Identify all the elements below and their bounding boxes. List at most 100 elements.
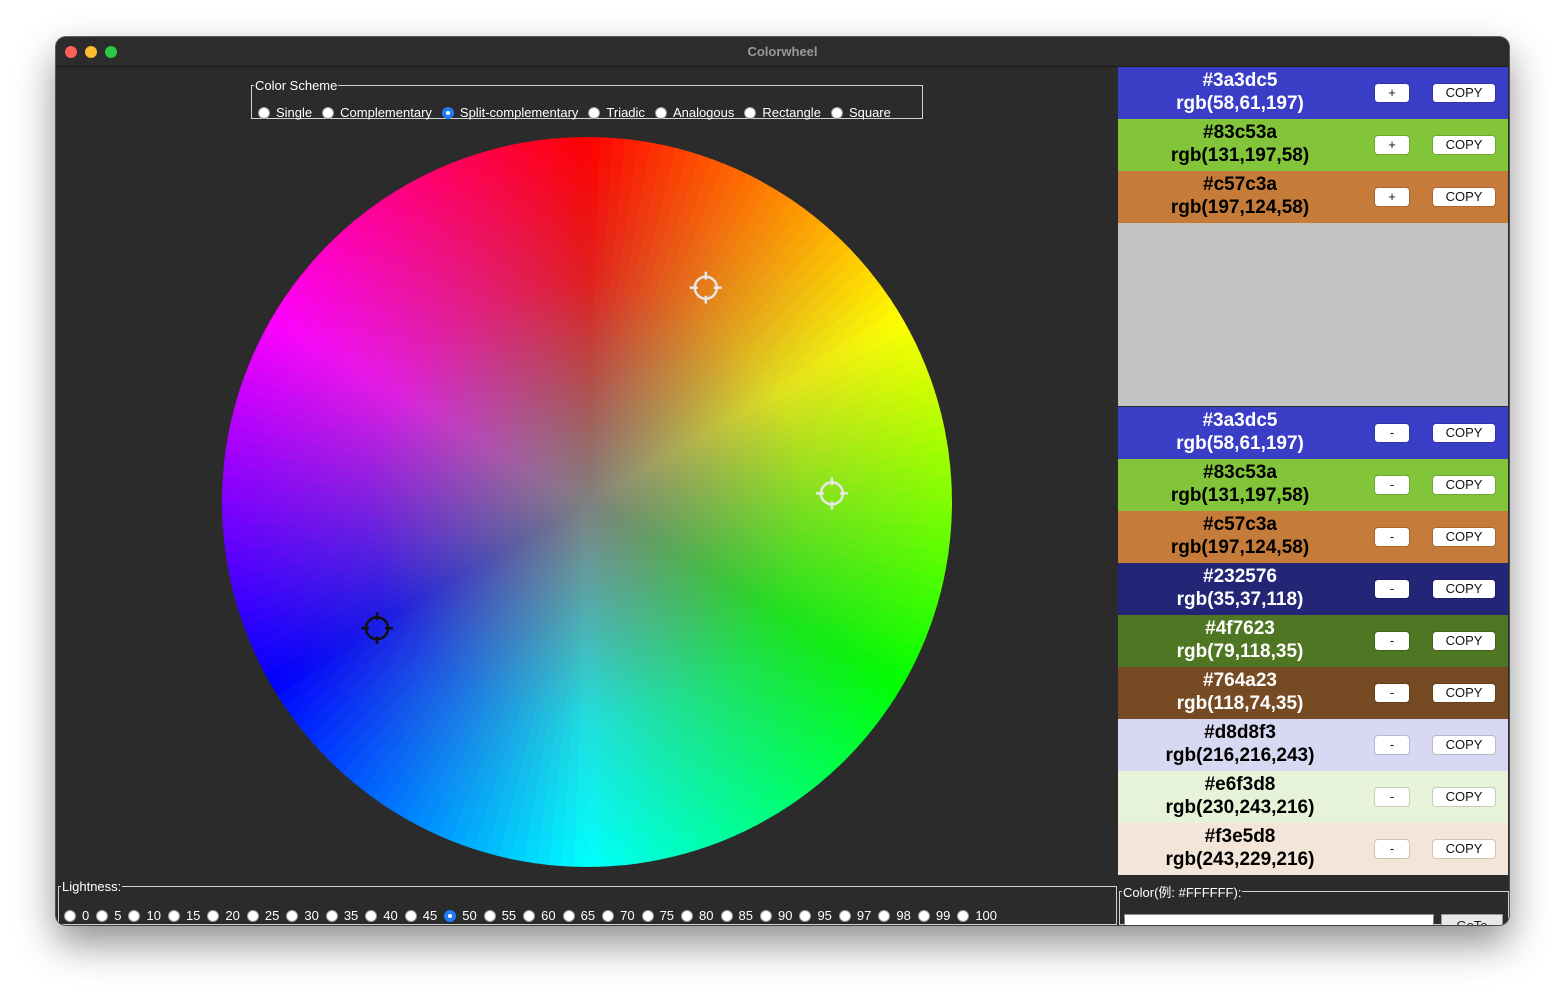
scheme-option[interactable]: Rectangle bbox=[744, 105, 821, 120]
copy-button[interactable]: COPY bbox=[1433, 84, 1495, 102]
lightness-option-label: 0 bbox=[82, 908, 90, 923]
color-wheel-canvas[interactable] bbox=[222, 137, 952, 867]
copy-button[interactable]: COPY bbox=[1433, 736, 1495, 754]
copy-button[interactable]: COPY bbox=[1433, 684, 1495, 702]
empty-area bbox=[1118, 223, 1508, 406]
lightness-option[interactable]: 95 bbox=[799, 908, 832, 923]
scheme-option[interactable]: Split-complementary bbox=[441, 105, 578, 120]
lightness-option[interactable]: 70 bbox=[602, 908, 635, 923]
radio-button[interactable] bbox=[799, 909, 812, 922]
radio-button[interactable] bbox=[441, 106, 454, 119]
remove-color-button[interactable]: - bbox=[1375, 476, 1409, 494]
lightness-option[interactable]: 45 bbox=[404, 908, 437, 923]
lightness-option[interactable]: 75 bbox=[641, 908, 674, 923]
radio-button[interactable] bbox=[654, 106, 667, 119]
lightness-option[interactable]: 35 bbox=[325, 908, 358, 923]
scheme-option-label: Triadic bbox=[606, 105, 645, 120]
copy-button[interactable]: COPY bbox=[1433, 476, 1495, 494]
lightness-option[interactable]: 15 bbox=[167, 908, 200, 923]
lightness-option[interactable]: 100 bbox=[957, 908, 997, 923]
lightness-option-label: 98 bbox=[896, 908, 911, 923]
remove-color-button[interactable]: - bbox=[1375, 788, 1409, 806]
radio-button[interactable] bbox=[917, 909, 930, 922]
radio-button[interactable] bbox=[562, 909, 575, 922]
radio-button[interactable] bbox=[602, 909, 615, 922]
lightness-option-label: 99 bbox=[935, 908, 951, 923]
radio-button[interactable] bbox=[258, 106, 270, 119]
radio-button[interactable] bbox=[588, 106, 601, 119]
lightness-option[interactable]: 97 bbox=[838, 908, 871, 923]
remove-color-button[interactable]: - bbox=[1375, 840, 1409, 858]
scheme-option[interactable]: Complementary bbox=[322, 105, 432, 120]
title-bar: Colorwheel bbox=[56, 37, 1509, 67]
radio-button[interactable] bbox=[957, 909, 970, 922]
radio-button[interactable] bbox=[878, 909, 891, 922]
copy-button[interactable]: COPY bbox=[1433, 632, 1495, 650]
radio-button[interactable] bbox=[444, 909, 457, 922]
lightness-option[interactable]: 90 bbox=[759, 908, 792, 923]
remove-color-button[interactable]: - bbox=[1375, 424, 1409, 442]
copy-button[interactable]: COPY bbox=[1433, 136, 1495, 154]
scheme-option[interactable]: Triadic bbox=[588, 105, 645, 120]
radio-button[interactable] bbox=[246, 909, 259, 922]
radio-button[interactable] bbox=[64, 909, 76, 922]
copy-button[interactable]: COPY bbox=[1433, 188, 1495, 206]
scheme-option[interactable]: Single bbox=[258, 105, 312, 120]
remove-color-button[interactable]: - bbox=[1375, 632, 1409, 650]
copy-button[interactable]: COPY bbox=[1433, 424, 1495, 442]
radio-button[interactable] bbox=[128, 909, 141, 922]
radio-button[interactable] bbox=[483, 909, 496, 922]
add-color-button[interactable]: + bbox=[1375, 84, 1409, 102]
lightness-option[interactable]: 50 bbox=[444, 908, 477, 923]
lightness-option[interactable]: 5 bbox=[96, 908, 121, 923]
color-input-field[interactable] bbox=[1124, 914, 1434, 925]
rgb-value: rgb(35,37,118) bbox=[1176, 589, 1304, 610]
radio-button[interactable] bbox=[96, 909, 109, 922]
radio-button[interactable] bbox=[720, 909, 733, 922]
color-swatch-row: #83c53a rgb(131,197,58) - COPY bbox=[1118, 459, 1508, 511]
radio-button[interactable] bbox=[365, 909, 378, 922]
remove-color-button[interactable]: - bbox=[1375, 684, 1409, 702]
radio-button[interactable] bbox=[167, 909, 180, 922]
radio-button[interactable] bbox=[838, 909, 851, 922]
radio-button[interactable] bbox=[830, 106, 843, 119]
remove-color-button[interactable]: - bbox=[1375, 580, 1409, 598]
add-color-button[interactable]: + bbox=[1375, 136, 1409, 154]
lightness-option[interactable]: 80 bbox=[681, 908, 714, 923]
copy-button[interactable]: COPY bbox=[1433, 840, 1495, 858]
radio-button[interactable] bbox=[325, 909, 338, 922]
lightness-option[interactable]: 60 bbox=[523, 908, 556, 923]
lightness-option-label: 50 bbox=[462, 908, 477, 923]
color-wheel[interactable] bbox=[222, 137, 952, 867]
radio-button[interactable] bbox=[759, 909, 772, 922]
lightness-option[interactable]: 55 bbox=[483, 908, 516, 923]
remove-color-button[interactable]: - bbox=[1375, 736, 1409, 754]
lightness-option[interactable]: 0 bbox=[64, 908, 89, 923]
radio-button[interactable] bbox=[641, 909, 654, 922]
copy-button[interactable]: COPY bbox=[1433, 528, 1495, 546]
copy-button[interactable]: COPY bbox=[1433, 788, 1495, 806]
lightness-option[interactable]: 10 bbox=[128, 908, 161, 923]
color-swatch-row: #764a23 rgb(118,74,35) - COPY bbox=[1118, 667, 1508, 719]
lightness-option[interactable]: 25 bbox=[246, 908, 279, 923]
lightness-option[interactable]: 98 bbox=[878, 908, 911, 923]
lightness-option[interactable]: 20 bbox=[207, 908, 240, 923]
lightness-option[interactable]: 99 bbox=[917, 908, 951, 923]
lightness-option[interactable]: 40 bbox=[365, 908, 398, 923]
add-color-button[interactable]: + bbox=[1375, 188, 1409, 206]
radio-button[interactable] bbox=[286, 909, 299, 922]
radio-button[interactable] bbox=[207, 909, 220, 922]
scheme-option[interactable]: Square bbox=[830, 105, 891, 120]
goto-button[interactable]: GoTo bbox=[1441, 914, 1503, 925]
radio-button[interactable] bbox=[744, 106, 757, 119]
remove-color-button[interactable]: - bbox=[1375, 528, 1409, 546]
radio-button[interactable] bbox=[404, 909, 417, 922]
lightness-option[interactable]: 30 bbox=[286, 908, 319, 923]
copy-button[interactable]: COPY bbox=[1433, 580, 1495, 598]
radio-button[interactable] bbox=[681, 909, 694, 922]
radio-button[interactable] bbox=[523, 909, 536, 922]
radio-button[interactable] bbox=[322, 106, 335, 119]
lightness-option[interactable]: 65 bbox=[562, 908, 595, 923]
lightness-option[interactable]: 85 bbox=[720, 908, 753, 923]
scheme-option[interactable]: Analogous bbox=[654, 105, 734, 120]
